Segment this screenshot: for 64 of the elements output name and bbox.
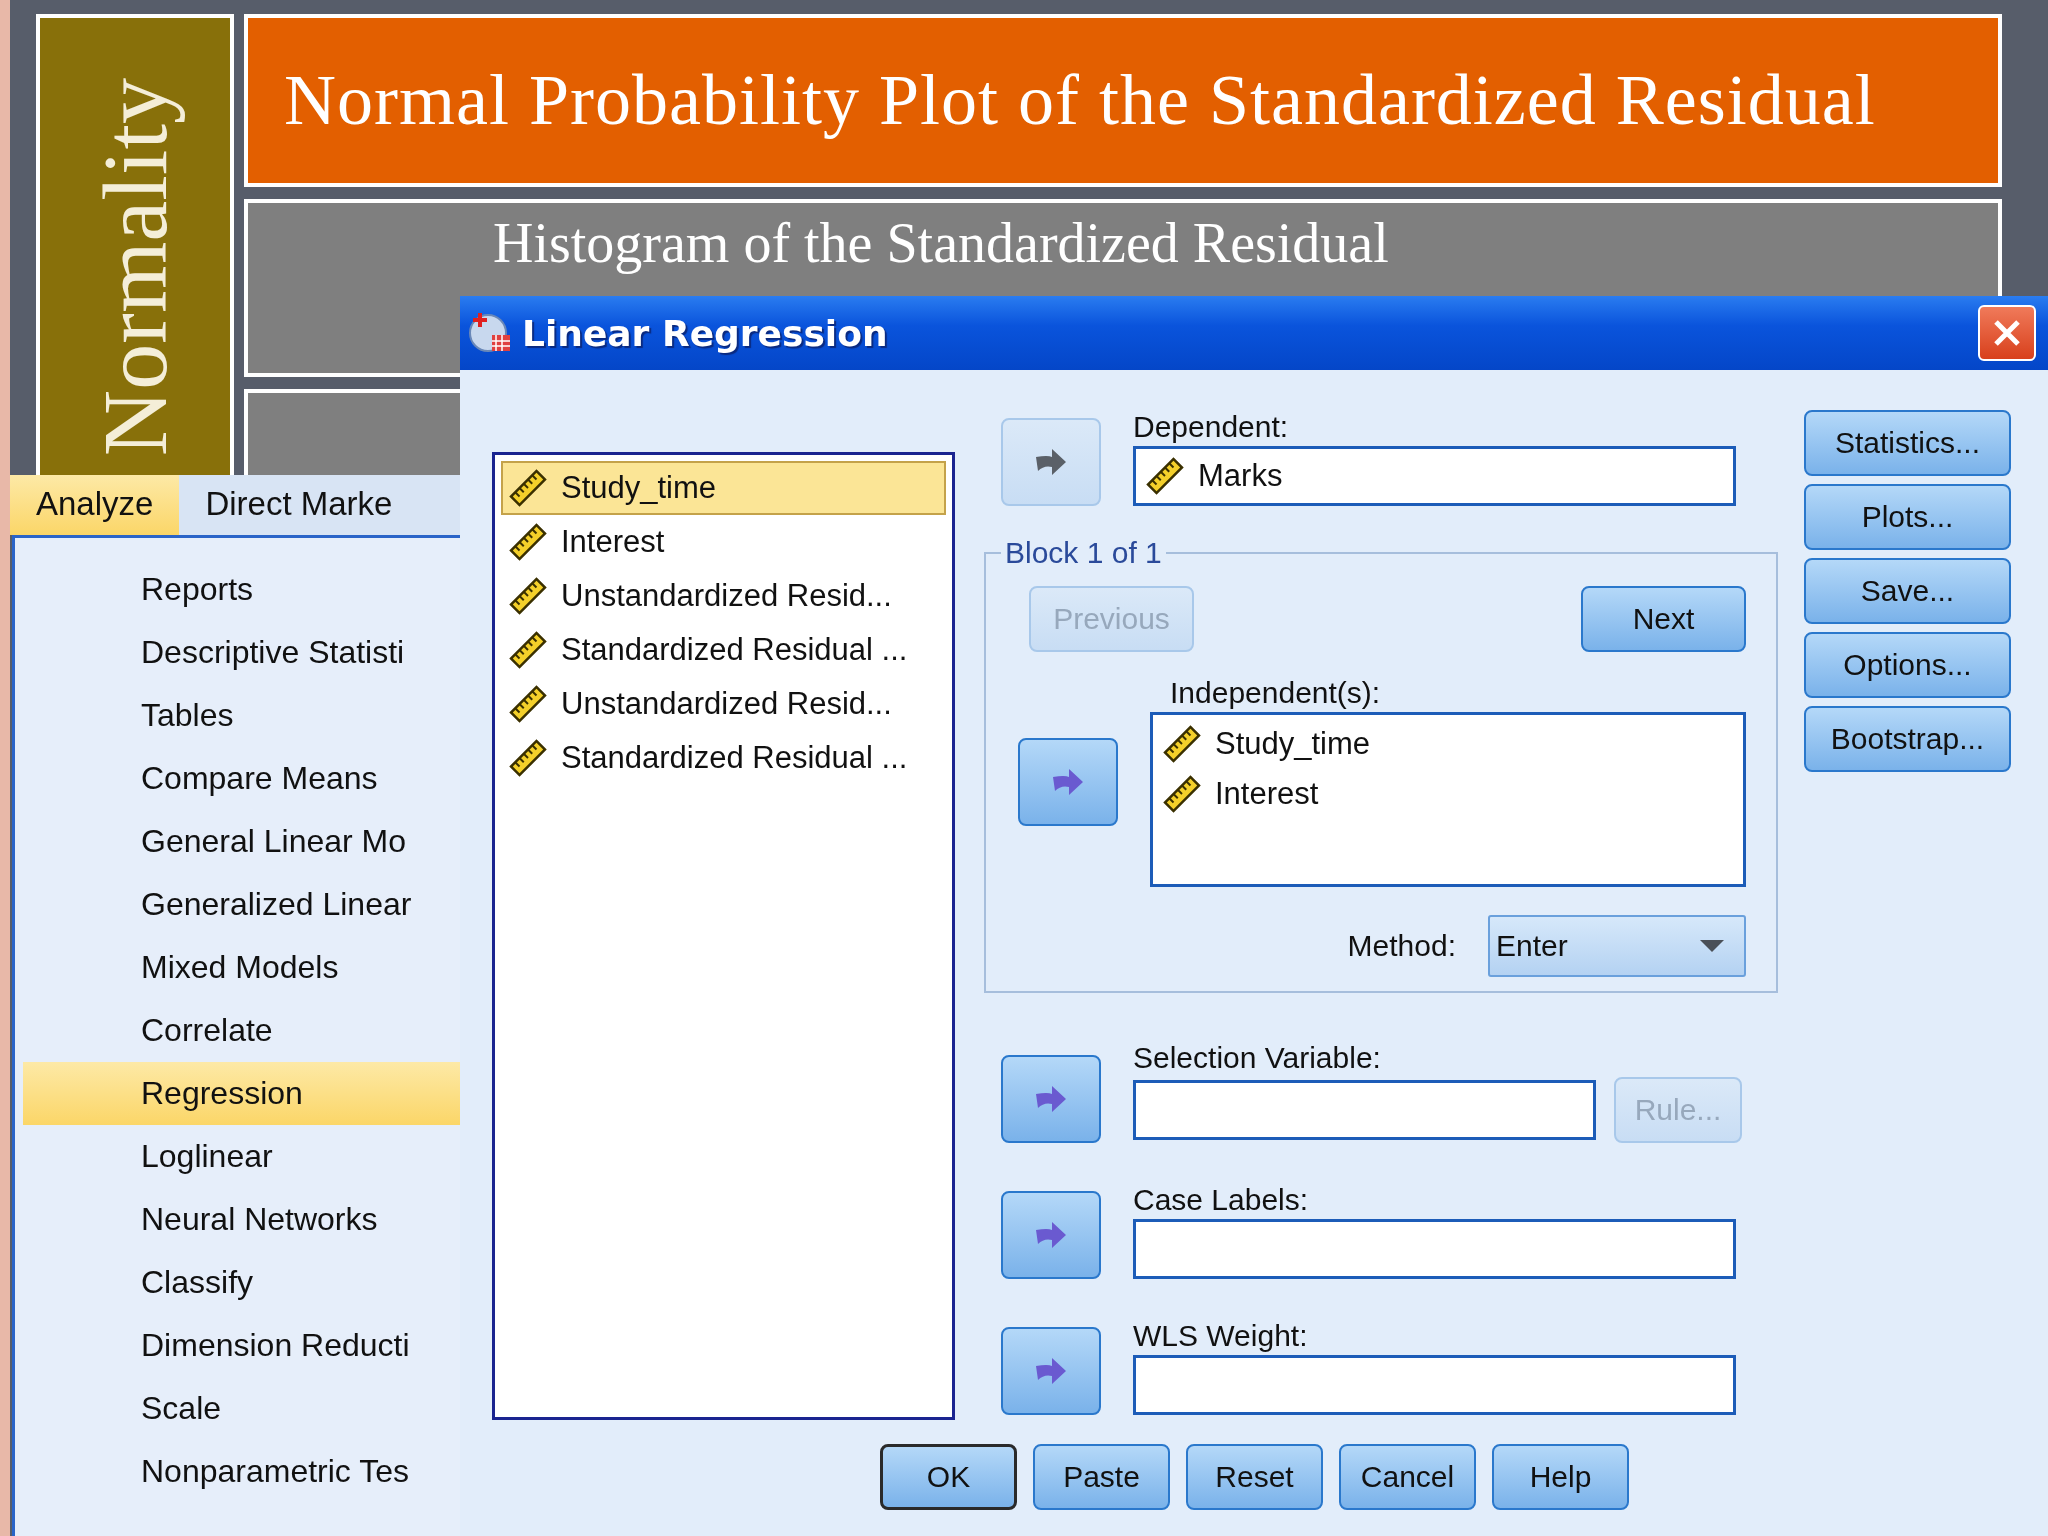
variable-item[interactable]: Interest: [501, 515, 946, 569]
move-button[interactable]: [1001, 1055, 1101, 1143]
dialog-title: Linear Regression: [522, 312, 889, 354]
field-label: Case Labels:: [1133, 1183, 1310, 1217]
field-label: WLS Weight:: [1133, 1319, 1309, 1353]
slide-subtitle: Histogram of the Standardized Residual: [493, 211, 1389, 275]
dialog-button[interactable]: Cancel: [1339, 1444, 1476, 1510]
move-button[interactable]: [1001, 1191, 1101, 1279]
menu-item[interactable]: Classify: [23, 1251, 463, 1314]
arrow-icon: [1051, 766, 1085, 797]
menu-item[interactable]: Loglinear: [23, 1125, 463, 1188]
dependent-field[interactable]: Marks: [1133, 446, 1736, 506]
menu-bar-item[interactable]: Direct Marke: [179, 475, 419, 535]
menu-item[interactable]: Mixed Models: [23, 936, 463, 999]
option-button[interactable]: Plots...: [1804, 484, 2011, 550]
caret-icon: [1700, 940, 1724, 952]
menu-item[interactable]: Regression: [23, 1062, 463, 1125]
dialog-button[interactable]: Paste: [1033, 1444, 1170, 1510]
group-label: Block 1 of 1: [1004, 536, 1163, 570]
menu-item[interactable]: Compare Means: [23, 747, 463, 810]
arrow-icon: [1034, 1084, 1068, 1114]
option-button[interactable]: Save...: [1804, 558, 2011, 624]
arrow-icon: [1034, 1220, 1068, 1250]
field-label: Independent(s):: [1169, 676, 1382, 710]
menu-item[interactable]: Correlate: [23, 999, 463, 1062]
field-label: Dependent:: [1133, 410, 1290, 444]
method-dropdown[interactable]: Enter: [1488, 915, 1746, 977]
field-value: Marks: [1198, 458, 1283, 494]
move-button[interactable]: [1018, 737, 1118, 826]
table-icon: [468, 311, 512, 355]
field-label: Selection Variable:: [1133, 1041, 1382, 1075]
list-item[interactable]: Study_time: [1163, 719, 1733, 769]
list-item[interactable]: Interest: [1163, 769, 1733, 819]
case-labels-field[interactable]: [1133, 1219, 1736, 1279]
arrow-icon: [1034, 1356, 1068, 1386]
arrow-icon: [1034, 447, 1068, 477]
menu-bar-item[interactable]: Analyze: [10, 475, 180, 535]
dialog-button[interactable]: Help: [1492, 1444, 1629, 1510]
variable-item[interactable]: Standardized Residual ...: [501, 623, 946, 677]
field-label: Method:: [1347, 929, 1456, 963]
dialog-button[interactable]: OK: [880, 1444, 1017, 1510]
variable-item[interactable]: Study_time: [501, 461, 946, 515]
option-button[interactable]: Bootstrap...: [1804, 706, 2011, 772]
dialog-button[interactable]: Reset: [1186, 1444, 1323, 1510]
selection-field[interactable]: [1133, 1080, 1596, 1140]
menu-item[interactable]: Dimension Reducti: [23, 1314, 463, 1377]
menu-item[interactable]: Nonparametric Tes: [23, 1440, 463, 1503]
menu-item[interactable]: Neural Networks: [23, 1188, 463, 1251]
menu-item[interactable]: Tables: [23, 684, 463, 747]
slide-title: Normal Probability Plot of the Standardized Residual: [284, 59, 1876, 142]
menu-item[interactable]: Scale: [23, 1377, 463, 1440]
move-button[interactable]: [1001, 1327, 1101, 1415]
next-button[interactable]: Next: [1581, 586, 1746, 652]
menu-item[interactable]: Reports: [23, 558, 463, 621]
option-button[interactable]: Options...: [1804, 632, 2011, 698]
variable-item[interactable]: Standardized Residual ...: [501, 731, 946, 785]
variable-item[interactable]: Unstandardized Resid...: [501, 569, 946, 623]
wls-weight-field[interactable]: [1133, 1355, 1736, 1415]
option-button[interactable]: Statistics...: [1804, 410, 2011, 476]
menu-item[interactable]: General Linear Mo: [23, 810, 463, 873]
menu-item[interactable]: Generalized Linear: [23, 873, 463, 936]
close-button[interactable]: [1978, 305, 2036, 361]
menu-item[interactable]: Descriptive Statisti: [23, 621, 463, 684]
variable-item[interactable]: Unstandardized Resid...: [501, 677, 946, 731]
